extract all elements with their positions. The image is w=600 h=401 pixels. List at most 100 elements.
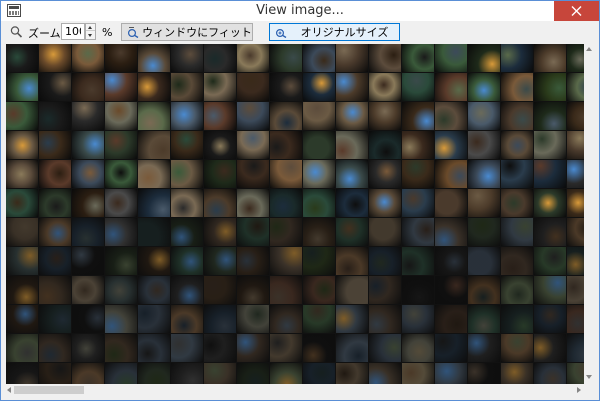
- photo-thumbnail: [435, 189, 467, 217]
- title-bar[interactable]: View image...: [1, 1, 599, 21]
- photo-thumbnail: [105, 102, 137, 130]
- original-button-label: オリジナルサイズ: [300, 25, 389, 39]
- photo-thumbnail: [501, 363, 533, 384]
- original-size-button[interactable]: オリジナルサイズ: [269, 23, 400, 41]
- photo-thumbnail: [138, 44, 170, 72]
- photo-thumbnail: [402, 276, 434, 304]
- photo-thumbnail: [39, 276, 71, 304]
- photo-thumbnail: [105, 218, 137, 246]
- photo-thumbnail: [336, 131, 368, 159]
- photo-thumbnail: [369, 131, 401, 159]
- image-viewer-icon: [7, 4, 21, 17]
- photo-thumbnail: [237, 102, 269, 130]
- photo-thumbnail: [105, 247, 137, 275]
- photo-thumbnail: [171, 334, 203, 362]
- photo-thumbnail: [270, 363, 302, 384]
- photo-thumbnail: [468, 247, 500, 275]
- zoom-up-button[interactable]: [86, 24, 95, 31]
- zoom-toolbar: ズーム: % ウィンドウにフィット オリジナルサイズ: [1, 21, 599, 42]
- photo-thumbnail: [6, 334, 38, 362]
- photo-thumbnail: [336, 44, 368, 72]
- image-viewport[interactable]: [6, 44, 594, 384]
- zoom-input[interactable]: [61, 23, 85, 40]
- photo-thumbnail: [138, 305, 170, 333]
- photo-thumbnail: [435, 131, 467, 159]
- photo-thumbnail: [501, 218, 533, 246]
- photo-thumbnail: [336, 189, 368, 217]
- photo-thumbnail: [171, 131, 203, 159]
- vertical-scrollbar[interactable]: [584, 44, 594, 384]
- photo-thumbnail: [270, 131, 302, 159]
- photo-thumbnail: [72, 218, 104, 246]
- photo-thumbnail: [501, 160, 533, 188]
- photo-thumbnail: [468, 73, 500, 101]
- photo-thumbnail: [138, 160, 170, 188]
- photo-thumbnail: [72, 334, 104, 362]
- photo-thumbnail: [237, 363, 269, 384]
- photo-thumbnail: [171, 218, 203, 246]
- close-button[interactable]: [554, 1, 599, 21]
- photo-thumbnail: [6, 247, 38, 275]
- photo-thumbnail: [369, 363, 401, 384]
- photo-thumbnail: [39, 189, 71, 217]
- photo-thumbnail: [468, 102, 500, 130]
- photo-thumbnail: [138, 334, 170, 362]
- photo-thumbnail: [204, 247, 236, 275]
- horizontal-scrollbar[interactable]: [6, 384, 584, 396]
- photo-thumbnail: [72, 276, 104, 304]
- photo-thumbnail: [435, 44, 467, 72]
- photo-thumbnail: [369, 102, 401, 130]
- photo-thumbnail: [105, 44, 137, 72]
- photo-thumbnail: [204, 334, 236, 362]
- photo-thumbnail: [204, 131, 236, 159]
- photo-thumbnail: [138, 276, 170, 304]
- photo-thumbnail: [6, 363, 38, 384]
- photo-thumbnail: [303, 247, 335, 275]
- photo-thumbnail: [468, 218, 500, 246]
- horizontal-scroll-thumb[interactable]: [14, 386, 84, 394]
- photo-thumbnail: [435, 276, 467, 304]
- photo-thumbnail: [237, 160, 269, 188]
- photo-thumbnail: [303, 44, 335, 72]
- photo-thumbnail: [39, 305, 71, 333]
- photo-thumbnail: [105, 131, 137, 159]
- photo-thumbnail: [6, 218, 38, 246]
- photo-thumbnail: [6, 102, 38, 130]
- photo-thumbnail: [435, 305, 467, 333]
- zoom-stepper[interactable]: [85, 23, 96, 40]
- photo-thumbnail: [72, 131, 104, 159]
- photo-thumbnail: [72, 247, 104, 275]
- photo-thumbnail: [336, 218, 368, 246]
- photo-thumbnail: [204, 276, 236, 304]
- photo-thumbnail: [105, 160, 137, 188]
- photo-thumbnail: [402, 218, 434, 246]
- photo-thumbnail: [369, 160, 401, 188]
- photo-thumbnail: [435, 102, 467, 130]
- photo-thumbnail: [39, 102, 71, 130]
- fit-to-window-button[interactable]: ウィンドウにフィット: [121, 23, 253, 41]
- photo-thumbnail: [138, 247, 170, 275]
- photo-thumbnail: [204, 363, 236, 384]
- photo-thumbnail: [204, 189, 236, 217]
- zoom-down-button[interactable]: [86, 32, 95, 39]
- photo-thumbnail: [468, 363, 500, 384]
- scroll-up-arrow-icon[interactable]: [586, 47, 592, 51]
- photo-thumbnail: [468, 189, 500, 217]
- magnifier-icon: [10, 26, 23, 38]
- photo-thumbnail: [402, 334, 434, 362]
- photo-thumbnail: [72, 102, 104, 130]
- photo-thumbnail: [138, 131, 170, 159]
- photo-thumbnail: [435, 218, 467, 246]
- photo-thumbnail: [105, 363, 137, 384]
- photo-thumbnail: [534, 44, 566, 72]
- photo-thumbnail: [501, 102, 533, 130]
- photo-thumbnail: [534, 189, 566, 217]
- photo-thumbnail: [270, 305, 302, 333]
- photo-thumbnail: [6, 160, 38, 188]
- photo-thumbnail: [270, 160, 302, 188]
- scroll-left-arrow-icon[interactable]: [7, 387, 11, 393]
- scroll-down-arrow-icon[interactable]: [586, 375, 592, 379]
- window-title: View image...: [256, 3, 344, 18]
- scroll-right-arrow-icon[interactable]: [577, 387, 581, 393]
- photo-thumbnail: [435, 73, 467, 101]
